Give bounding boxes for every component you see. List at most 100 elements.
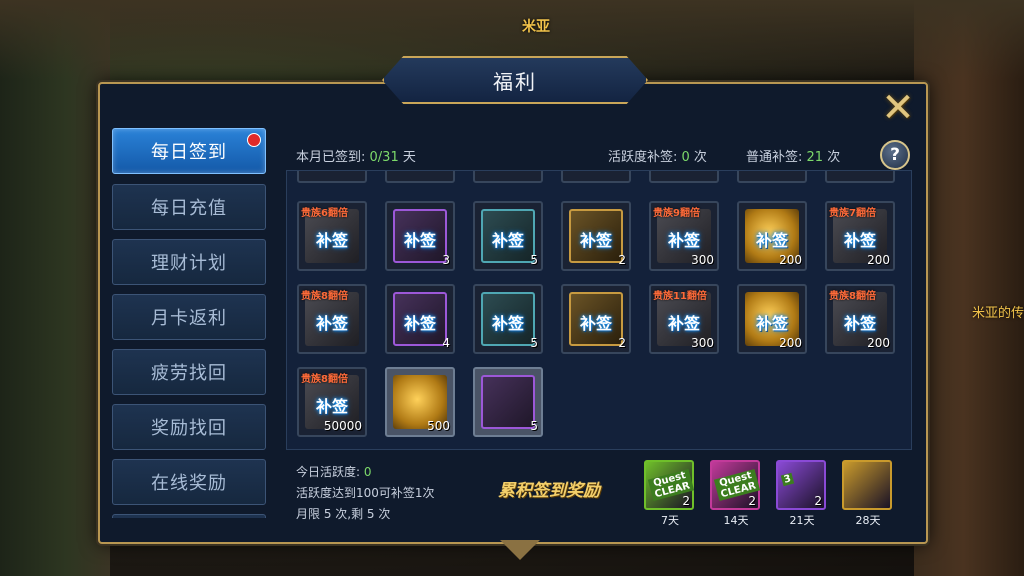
signed-days-stat: 本月已签到: 0/31 天 — [296, 150, 416, 165]
notification-badge — [247, 133, 261, 147]
resign-stamp: 补签 — [843, 231, 876, 250]
item-quantity: 200 — [867, 336, 890, 350]
reward-day-label: 7天 — [661, 514, 679, 527]
reward-item-icon: Quest CLEAR 2 — [710, 460, 761, 510]
item-quantity: 2 — [618, 253, 626, 267]
background-right — [914, 0, 1024, 576]
item-quantity: 200 — [779, 336, 802, 350]
tab-monthly-card[interactable]: 月卡返利 — [112, 294, 266, 340]
item-quantity: 5 — [530, 419, 538, 433]
reward-cell[interactable]: 4 补签 — [385, 284, 455, 354]
reward-cell[interactable]: 贵族6翻倍补签 — [297, 201, 367, 271]
vip-double-tag: 贵族9翻倍 — [653, 208, 700, 219]
reward-cell[interactable]: 500 — [385, 367, 455, 437]
reward-cell[interactable]: 贵族9翻倍 300 补签 — [649, 201, 719, 271]
vip-double-tag: 贵族8翻倍 — [301, 291, 348, 302]
item-quantity: 3 — [442, 253, 450, 267]
vip-double-tag: 贵族11翻倍 — [653, 291, 707, 302]
normal-resign-stat: 普通补签: 21 次 — [746, 150, 841, 165]
reward-cell[interactable]: 5 — [473, 367, 543, 437]
reward-cell[interactable]: 5 补签 — [473, 201, 543, 271]
tab-online-reward[interactable]: 在线奖励 — [112, 459, 266, 505]
reward-cell[interactable]: 2 补签 — [561, 284, 631, 354]
tab-label: 月卡返利 — [151, 308, 227, 329]
reward-day-label: 28天 — [855, 514, 881, 527]
active-resign-stat: 活跃度补签: 0 次 — [608, 150, 707, 165]
reward-cell[interactable]: 5 补签 — [473, 284, 543, 354]
activity-info: 今日活跃度: 0 活跃度达到100可补签1次 月限 5 次,剩 5 次 — [296, 462, 435, 525]
today-activity-line: 今日活跃度: 0 — [296, 465, 372, 479]
cumulative-reward-item[interactable]: 3 2 21天 — [776, 460, 828, 528]
cumulative-reward-item[interactable]: Quest CLEAR 2 7天 — [644, 460, 696, 528]
tab-fatigue-recovery[interactable]: 疲劳找回 — [112, 349, 266, 395]
resign-stamp: 补签 — [315, 397, 348, 416]
reward-cell[interactable]: 贵族8翻倍 50000 补签 — [297, 367, 367, 437]
reward-quantity: 2 — [748, 494, 756, 508]
tab-label: 在线奖励 — [151, 473, 227, 494]
vip-double-tag: 贵族8翻倍 — [301, 374, 348, 385]
side-tab-list: 每日签到 每日充值 理财计划 月卡返利 疲劳找回 奖励找回 在线奖励 — [112, 128, 266, 518]
down-arrow-icon — [500, 540, 540, 560]
tab-label: 每日充值 — [151, 198, 227, 219]
dialog-title: 福利 — [493, 69, 537, 94]
reward-day-label: 14天 — [723, 514, 749, 527]
cumulative-reward-item[interactable]: 28天 — [842, 460, 894, 528]
resign-stamp: 补签 — [491, 314, 524, 333]
vip-double-tag: 贵族6翻倍 — [301, 208, 348, 219]
reward-item-icon: 32 — [776, 460, 826, 510]
resign-stamp: 补签 — [667, 231, 700, 250]
signin-reward-grid: 贵族6翻倍 补签 3 补签 5 补签 2 补签 贵族9翻倍 300 补签 200 补签 贵族7翻倍 200 补… — [286, 170, 912, 450]
tab-more[interactable] — [112, 514, 266, 518]
purple-cube-icon — [481, 375, 535, 429]
reward-cell[interactable]: 贵族11翻倍 300 补签 — [649, 284, 719, 354]
reward-cell-partial — [561, 171, 631, 183]
resign-stamp: 补签 — [579, 314, 612, 333]
reward-cell[interactable]: 200 补签 — [737, 201, 807, 271]
item-quantity: 4 — [442, 336, 450, 350]
tab-label: 理财计划 — [151, 253, 227, 274]
resign-stamp: 补签 — [403, 314, 436, 333]
tab-finance-plan[interactable]: 理财计划 — [112, 239, 266, 285]
reward-cell-partial — [825, 171, 895, 183]
reward-cell-partial — [649, 171, 719, 183]
resign-stamp: 补签 — [843, 314, 876, 333]
tab-daily-signin[interactable]: 每日签到 — [112, 128, 266, 174]
reward-quantity: 2 — [814, 494, 822, 508]
signin-stats-bar: 本月已签到: 0/31 天 活跃度补签: 0 次 普通补签: 21 次 — [284, 136, 910, 170]
resign-stamp: 补签 — [315, 231, 348, 250]
item-quantity: 5 — [530, 336, 538, 350]
resign-stamp: 补签 — [579, 231, 612, 250]
reward-cell-partial — [385, 171, 455, 183]
reward-cell-partial — [297, 171, 367, 183]
monthly-limit-line: 月限 5 次,剩 5 次 — [296, 507, 391, 521]
vip-double-tag: 贵族7翻倍 — [829, 208, 876, 219]
reward-cell[interactable]: 2 补签 — [561, 201, 631, 271]
resign-stamp: 补签 — [315, 314, 348, 333]
npc-name: 米亚 — [522, 19, 550, 35]
tab-label: 奖励找回 — [151, 418, 227, 439]
item-quantity: 5 — [530, 253, 538, 267]
resign-stamp: 补签 — [755, 314, 788, 333]
item-quantity: 200 — [779, 253, 802, 267]
reward-cell[interactable]: 贵族8翻倍补签 — [297, 284, 367, 354]
reward-cell[interactable]: 200 补签 — [737, 284, 807, 354]
tab-label: 疲劳找回 — [151, 363, 227, 384]
reward-item-icon: Quest CLEAR 2 — [644, 460, 695, 510]
reward-cell[interactable]: 贵族7翻倍 200 补签 — [825, 201, 895, 271]
tab-label: 每日签到 — [151, 142, 227, 163]
tab-daily-recharge[interactable]: 每日充值 — [112, 184, 266, 230]
reward-day-label: 21天 — [789, 514, 815, 527]
dialog-title-plate: 福利 — [382, 56, 648, 104]
close-x-icon[interactable]: ✕ — [878, 88, 918, 128]
reward-cell-partial — [737, 171, 807, 183]
vip-double-tag: 贵族8翻倍 — [829, 291, 876, 302]
help-question-icon[interactable]: ? — [880, 140, 910, 170]
item-quantity: 500 — [427, 419, 450, 433]
npc-side-text: 米亚的传 — [971, 306, 1024, 321]
reward-quantity: 2 — [682, 494, 690, 508]
reward-cell[interactable]: 贵族8翻倍 200 补签 — [825, 284, 895, 354]
resign-stamp: 补签 — [491, 231, 524, 250]
reward-cell[interactable]: 3 补签 — [385, 201, 455, 271]
cumulative-reward-item[interactable]: Quest CLEAR 2 14天 — [710, 460, 762, 528]
tab-reward-recovery[interactable]: 奖励找回 — [112, 404, 266, 450]
